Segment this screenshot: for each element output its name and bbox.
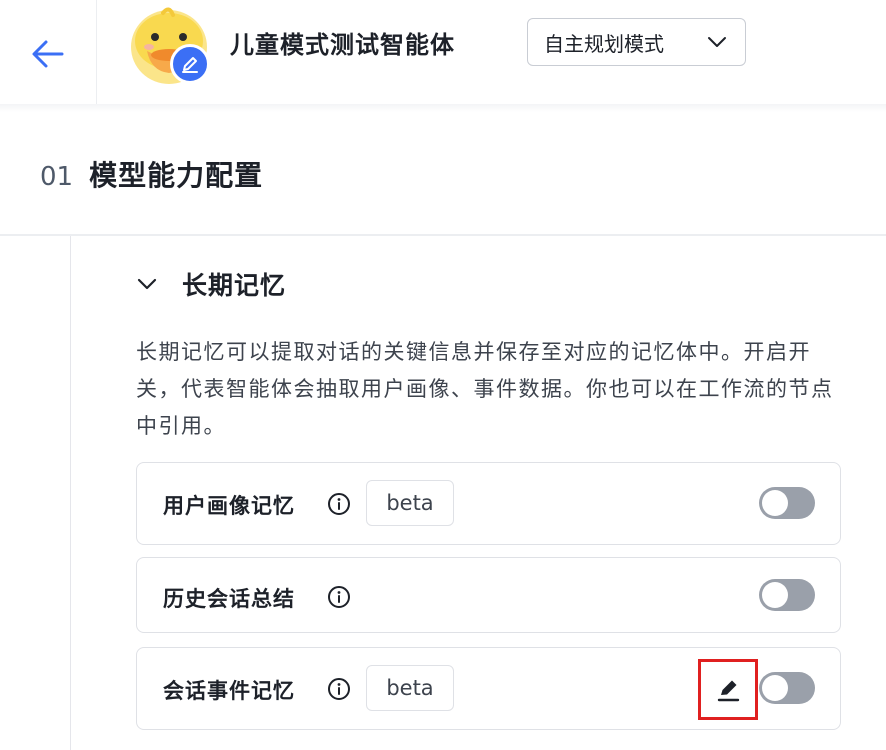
- section-divider: [0, 234, 886, 236]
- mode-select-value: 自主规划模式: [544, 31, 664, 56]
- info-icon[interactable]: [327, 492, 351, 516]
- arrow-left-icon: [32, 40, 64, 68]
- memory-option-card: 用户画像记忆 beta: [136, 462, 841, 545]
- agent-name: 儿童模式测试智能体: [230, 31, 455, 59]
- session-event-memory-label: 会话事件记忆: [163, 679, 295, 703]
- mode-select[interactable]: 自主规划模式: [527, 18, 746, 66]
- session-event-memory-switch[interactable]: [759, 672, 815, 704]
- header-shadow: [0, 104, 886, 112]
- section-number: 01: [40, 162, 74, 192]
- memory-option-card: 会话事件记忆 beta: [136, 647, 841, 730]
- memory-option-card: 历史会话总结: [136, 557, 841, 633]
- user-profile-memory-switch[interactable]: [759, 487, 815, 519]
- section-title: 01 模型能力配置: [40, 154, 263, 194]
- chevron-down-icon: [708, 37, 726, 47]
- user-profile-memory-label: 用户画像记忆: [163, 494, 295, 518]
- edit-avatar-button[interactable]: [170, 44, 210, 84]
- switch-knob: [762, 675, 788, 701]
- long-term-memory-title: 长期记忆: [182, 271, 287, 300]
- beta-badge: beta: [366, 480, 454, 526]
- tree-guide-line: [70, 236, 71, 750]
- chevron-down-icon: [137, 278, 157, 290]
- long-term-memory-description: 长期记忆可以提取对话的关键信息并保存至对应的记忆体中。开启开关，代表智能体会抽取…: [136, 340, 834, 438]
- conversation-summary-label: 历史会话总结: [163, 587, 295, 611]
- section-name: 模型能力配置: [89, 159, 264, 192]
- back-button[interactable]: [0, 0, 96, 108]
- agent-avatar[interactable]: [129, 7, 211, 85]
- edit-session-event-memory-button[interactable]: [698, 659, 758, 720]
- conversation-summary-switch[interactable]: [759, 579, 815, 611]
- top-bar: 儿童模式测试智能体 自主规划模式: [0, 0, 886, 108]
- switch-knob: [762, 582, 788, 608]
- pencil-icon: [182, 57, 198, 73]
- header-divider: [96, 0, 97, 108]
- info-icon[interactable]: [327, 677, 351, 701]
- switch-knob: [762, 490, 788, 516]
- info-icon[interactable]: [327, 585, 351, 609]
- long-term-memory-toggle[interactable]: 长期记忆: [136, 266, 286, 302]
- beta-badge: beta: [366, 665, 454, 711]
- edit-icon: [717, 680, 740, 701]
